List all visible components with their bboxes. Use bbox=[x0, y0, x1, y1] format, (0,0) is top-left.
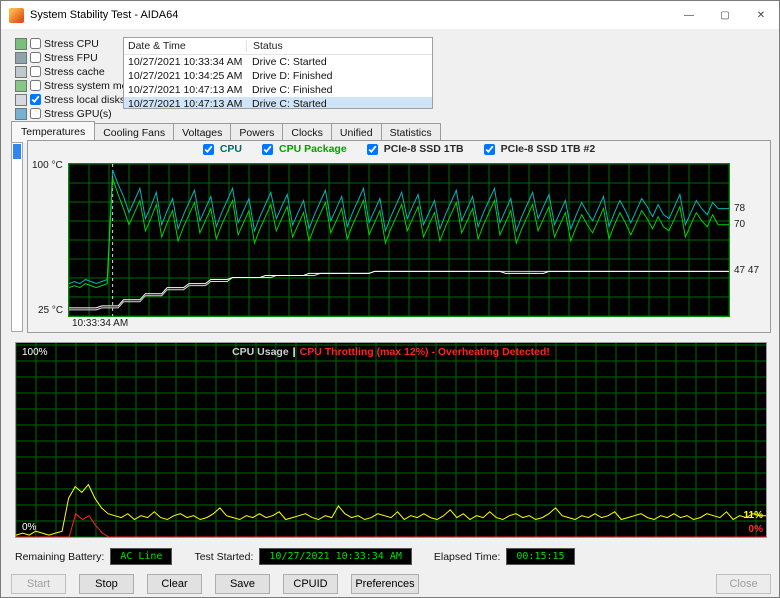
legend-ssd1-label: PCIe-8 SSD 1TB bbox=[383, 143, 464, 155]
log-col-datetime[interactable]: Date & Time bbox=[128, 40, 247, 52]
log-row[interactable]: 10/27/2021 10:47:13 AM Drive C: Finished bbox=[124, 83, 432, 97]
stress-options-panel: Stress CPU Stress FPU Stress cache Stres… bbox=[15, 37, 151, 121]
maximize-icon[interactable]: ▢ bbox=[707, 1, 743, 29]
aida64-app-icon bbox=[9, 7, 24, 23]
test-started-value: 10/27/2021 10:33:34 AM bbox=[259, 548, 412, 565]
cpu-icon bbox=[15, 37, 27, 50]
cache-icon bbox=[15, 65, 27, 78]
legend-item-ssd2[interactable]: PCIe-8 SSD 1TB #2 bbox=[483, 143, 596, 155]
stress-gpu-checkbox[interactable] bbox=[30, 108, 41, 119]
cpu-current-temp: 78 bbox=[734, 202, 746, 214]
elapsed-time-value: 00:15:15 bbox=[506, 548, 575, 565]
stress-cpu-checkbox[interactable] bbox=[30, 38, 41, 49]
remaining-battery-label: Remaining Battery: bbox=[15, 550, 105, 563]
event-log[interactable]: Date & Time Status 10/27/2021 10:33:34 A… bbox=[123, 37, 433, 109]
stress-option-cpu: Stress CPU bbox=[15, 37, 119, 50]
disk-activity-progressbar bbox=[11, 142, 23, 332]
stress-option-fpu: Stress FPU bbox=[15, 51, 119, 64]
button-bar: Start Stop Clear Save CPUID Preferences … bbox=[11, 574, 771, 594]
close-icon[interactable]: ✕ bbox=[743, 1, 779, 29]
log-cell-datetime: 10/27/2021 10:33:34 AM bbox=[128, 56, 243, 68]
legend-item-cpu[interactable]: CPU bbox=[202, 143, 242, 155]
temperature-chart-panel: CPU CPU Package PCIe-8 SSD 1TB PCIe-8 SS… bbox=[27, 140, 771, 333]
stress-option-disks: Stress local disks bbox=[15, 93, 125, 106]
ssd-current-temps: 47 47 bbox=[734, 265, 760, 277]
stop-button[interactable]: Stop bbox=[79, 574, 134, 594]
log-cell-datetime: 10/27/2021 10:47:13 AM bbox=[128, 84, 243, 96]
stress-option-gpu: Stress GPU(s) bbox=[15, 107, 119, 120]
log-row[interactable]: 10/27/2021 10:33:34 AM Drive C: Started bbox=[124, 55, 432, 69]
legend-ssd2-checkbox[interactable] bbox=[483, 143, 495, 155]
cpu-throttling-alert: CPU Throttling (max 12%) - Overheating D… bbox=[299, 346, 550, 358]
temp-axis-max-label: 100 °C bbox=[32, 160, 63, 171]
stress-cache-label: Stress cache bbox=[44, 65, 105, 78]
stress-option-cache: Stress cache bbox=[15, 65, 119, 78]
temp-axis-start-time: 10:33:34 AM bbox=[72, 318, 129, 329]
cpu-usage-title-separator: | bbox=[292, 346, 296, 358]
stress-memory-checkbox[interactable] bbox=[30, 80, 41, 91]
log-row[interactable]: 10/27/2021 10:34:25 AM Drive D: Finished bbox=[124, 69, 432, 83]
gpu-icon bbox=[15, 107, 27, 120]
save-button[interactable]: Save bbox=[215, 574, 270, 594]
log-cell-status: Drive D: Finished bbox=[252, 70, 333, 82]
stress-option-memory: Stress system memory bbox=[15, 79, 151, 92]
test-started-label: Test Started: bbox=[194, 550, 254, 563]
temperature-legend: CPU CPU Package PCIe-8 SSD 1TB PCIe-8 SS… bbox=[28, 143, 770, 155]
close-button[interactable]: Close bbox=[716, 574, 771, 594]
legend-ssd2-label: PCIe-8 SSD 1TB #2 bbox=[500, 143, 596, 155]
app-window: System Stability Test - AIDA64 — ▢ ✕ Str… bbox=[0, 0, 780, 598]
legend-item-ssd1[interactable]: PCIe-8 SSD 1TB bbox=[366, 143, 464, 155]
cpu-usage-chart-panel: CPU Usage | CPU Throttling (max 12%) - Ove… bbox=[15, 342, 767, 538]
temp-axis-min-label: 25 °C bbox=[38, 305, 64, 316]
start-button[interactable]: Start bbox=[11, 574, 66, 594]
cpu-usage-current: 11% bbox=[743, 509, 763, 521]
memory-icon bbox=[15, 79, 27, 92]
stress-gpu-label: Stress GPU(s) bbox=[44, 107, 112, 120]
cpu-usage-current-values: 11% 0% bbox=[733, 343, 763, 537]
stress-cpu-label: Stress CPU bbox=[44, 37, 99, 50]
stress-fpu-checkbox[interactable] bbox=[30, 52, 41, 63]
stress-disks-checkbox[interactable] bbox=[30, 94, 41, 105]
clear-button[interactable]: Clear bbox=[147, 574, 202, 594]
cpu-package-current-temp: 70 bbox=[734, 218, 746, 230]
fpu-icon bbox=[15, 51, 27, 64]
usage-axis-max-label: 100% bbox=[22, 347, 48, 358]
disk-activity-fill bbox=[13, 144, 21, 159]
titlebar: System Stability Test - AIDA64 — ▢ ✕ bbox=[1, 1, 779, 29]
cpu-usage-title: CPU Usage | CPU Throttling (max 12%) - Ove… bbox=[16, 346, 766, 358]
log-col-status[interactable]: Status bbox=[247, 40, 428, 52]
temperature-plot bbox=[68, 163, 730, 317]
usage-axis-min-label: 0% bbox=[22, 522, 37, 533]
stress-cache-checkbox[interactable] bbox=[30, 66, 41, 77]
stress-disks-label: Stress local disks bbox=[44, 93, 126, 106]
cpuid-button[interactable]: CPUID bbox=[283, 574, 338, 594]
log-header: Date & Time Status bbox=[124, 38, 432, 55]
elapsed-time-label: Elapsed Time: bbox=[433, 550, 501, 563]
log-cell-datetime: 10/27/2021 10:34:25 AM bbox=[128, 70, 243, 82]
log-cell-status: Drive C: Started bbox=[252, 56, 327, 68]
legend-ssd1-checkbox[interactable] bbox=[366, 143, 378, 155]
minimize-icon[interactable]: — bbox=[671, 1, 707, 29]
legend-cpu-package-checkbox[interactable] bbox=[261, 143, 273, 155]
legend-cpu-package-label: CPU Package bbox=[278, 143, 347, 155]
legend-item-cpu-package[interactable]: CPU Package bbox=[261, 143, 347, 155]
temperature-current-values: 78 70 47 47 bbox=[732, 164, 770, 316]
remaining-battery-value: AC Line bbox=[110, 548, 173, 565]
preferences-button[interactable]: Preferences bbox=[351, 574, 419, 594]
cpu-usage-title-main: CPU Usage bbox=[232, 346, 289, 358]
cpu-usage-plot bbox=[16, 343, 766, 537]
window-controls: — ▢ ✕ bbox=[671, 1, 779, 29]
status-bar: Remaining Battery: AC Line Test Started:… bbox=[15, 548, 597, 565]
stress-fpu-label: Stress FPU bbox=[44, 51, 98, 64]
cpu-throttling-current: 0% bbox=[748, 524, 763, 535]
log-cell-status: Drive C: Started bbox=[252, 98, 327, 109]
log-cell-datetime: 10/27/2021 10:47:13 AM bbox=[128, 98, 243, 109]
log-row-selected[interactable]: 10/27/2021 10:47:13 AM Drive C: Started bbox=[124, 97, 432, 109]
log-cell-status: Drive C: Finished bbox=[252, 84, 333, 96]
legend-cpu-checkbox[interactable] bbox=[202, 143, 214, 155]
disk-icon bbox=[15, 93, 27, 106]
legend-cpu-label: CPU bbox=[219, 143, 242, 155]
window-title: System Stability Test - AIDA64 bbox=[30, 9, 179, 21]
